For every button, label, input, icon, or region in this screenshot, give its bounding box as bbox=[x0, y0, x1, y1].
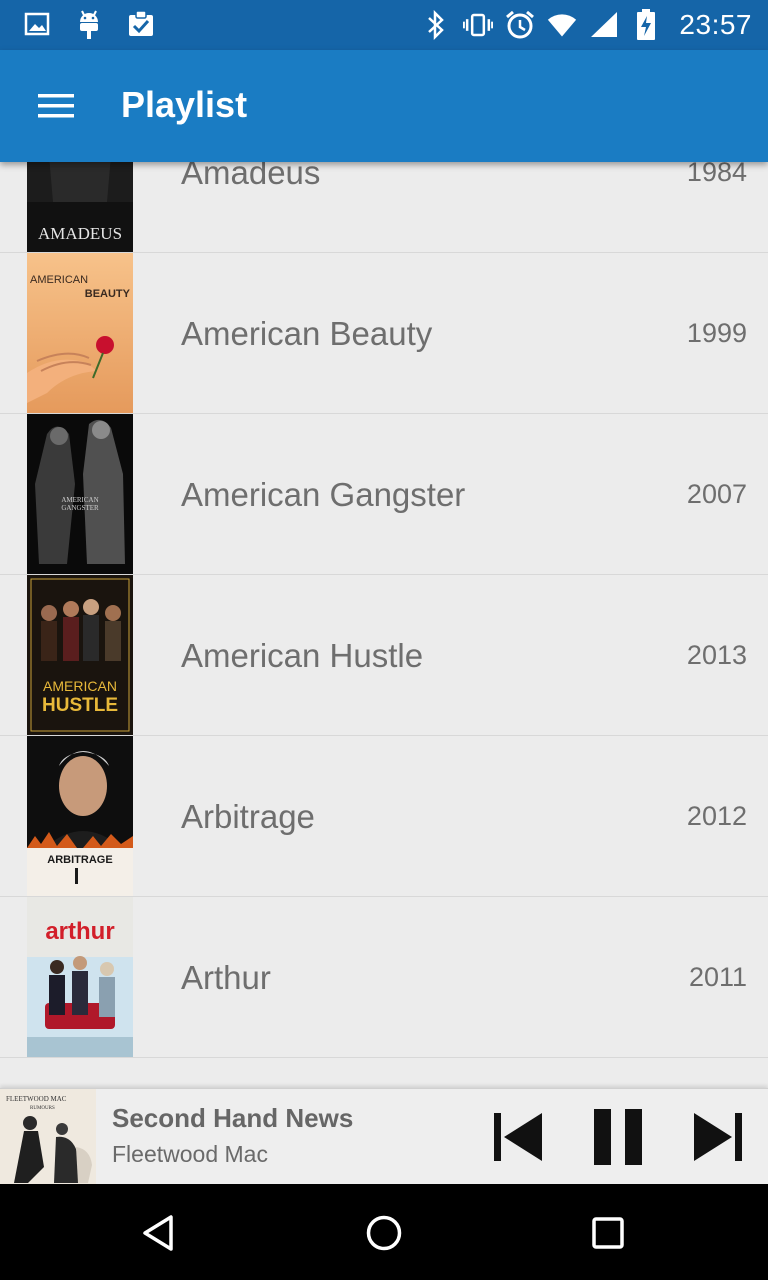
movie-year: 1984 bbox=[686, 162, 747, 187]
movie-title: American Hustle bbox=[181, 637, 424, 674]
movie-title: Arthur bbox=[181, 959, 271, 996]
skip-previous-icon bbox=[494, 1113, 542, 1161]
status-clock: 23:57 bbox=[679, 9, 752, 40]
movie-year: 2011 bbox=[688, 962, 747, 992]
menu-button[interactable] bbox=[26, 82, 86, 130]
list-item[interactable]: ARBITRAGE Arbitrage 2012 bbox=[0, 736, 768, 897]
app-bar: Playlist bbox=[0, 50, 768, 162]
android-icon bbox=[74, 8, 104, 40]
image-icon bbox=[22, 8, 52, 40]
status-bar: 23:57 bbox=[0, 0, 768, 50]
skip-next-button[interactable] bbox=[688, 1107, 748, 1167]
movie-year: 1999 bbox=[686, 318, 747, 348]
list-item[interactable]: AMADEUS Amadeus 1984 bbox=[0, 162, 768, 253]
list-item[interactable]: arthur Arthur 2011 bbox=[0, 897, 768, 1058]
back-icon bbox=[143, 1215, 173, 1251]
list-item[interactable]: AMERICAN GANGSTER American Gangster 2007 bbox=[0, 414, 768, 575]
svg-text:FLEETWOOD MAC: FLEETWOOD MAC bbox=[6, 1095, 67, 1103]
svg-text:AMERICAN: AMERICAN bbox=[61, 496, 98, 504]
movie-title: Arbitrage bbox=[181, 798, 315, 835]
now-playing-bar[interactable]: FLEETWOOD MAC RUMOURS Second Hand News F… bbox=[0, 1088, 768, 1185]
poster-amadeus: AMADEUS bbox=[27, 162, 133, 252]
svg-text:GANGSTER: GANGSTER bbox=[61, 504, 99, 512]
poster-arthur: arthur bbox=[27, 897, 133, 1057]
movie-year: 2012 bbox=[686, 801, 747, 831]
svg-text:AMERICAN: AMERICAN bbox=[43, 678, 117, 694]
menu-icon bbox=[38, 94, 74, 118]
recents-button[interactable] bbox=[583, 1208, 633, 1258]
clipboard-check-icon bbox=[126, 8, 156, 40]
svg-text:HUSTLE: HUSTLE bbox=[42, 695, 118, 716]
movie-title: American Beauty bbox=[181, 315, 433, 352]
home-button[interactable] bbox=[359, 1208, 409, 1258]
navigation-bar bbox=[0, 1184, 768, 1280]
svg-text:arthur: arthur bbox=[45, 918, 114, 945]
movie-year: 2013 bbox=[686, 640, 747, 670]
movie-title: Amadeus bbox=[181, 162, 321, 191]
poster-american-gangster: AMERICAN GANGSTER bbox=[27, 414, 133, 574]
poster-american-beauty: AMERICAN BEAUTY bbox=[27, 253, 133, 413]
pause-button[interactable] bbox=[588, 1107, 648, 1167]
now-playing-artist: Fleetwood Mac bbox=[112, 1141, 268, 1167]
vibrate-icon bbox=[463, 9, 494, 41]
album-art[interactable]: FLEETWOOD MAC RUMOURS bbox=[0, 1089, 96, 1185]
skip-previous-button[interactable] bbox=[488, 1107, 548, 1167]
svg-text:RUMOURS: RUMOURS bbox=[30, 1106, 55, 1111]
home-icon bbox=[366, 1215, 402, 1251]
wifi-icon bbox=[547, 9, 577, 41]
now-playing-track: Second Hand News bbox=[112, 1103, 354, 1133]
bluetooth-icon bbox=[421, 9, 451, 41]
svg-text:AMADEUS: AMADEUS bbox=[38, 224, 122, 243]
cell-signal-icon bbox=[589, 9, 619, 41]
poster-arbitrage: ARBITRAGE bbox=[27, 736, 133, 896]
movie-title: American Gangster bbox=[181, 476, 466, 513]
playlist[interactable]: AMADEUS Amadeus 1984 AMERICAN BEAUTY Ame… bbox=[0, 162, 768, 1088]
list-item[interactable]: AMERICAN HUSTLE American Hustle 2013 bbox=[0, 575, 768, 736]
skip-next-icon bbox=[694, 1113, 742, 1161]
svg-text:AMERICAN: AMERICAN bbox=[30, 274, 88, 286]
battery-charging-icon bbox=[631, 9, 661, 41]
alarm-icon bbox=[505, 9, 535, 41]
back-button[interactable] bbox=[134, 1208, 184, 1258]
svg-text:BEAUTY: BEAUTY bbox=[85, 288, 131, 300]
page-title: Playlist bbox=[121, 84, 248, 125]
poster-american-hustle: AMERICAN HUSTLE bbox=[27, 575, 133, 735]
pause-icon bbox=[594, 1109, 642, 1165]
recents-icon bbox=[592, 1217, 624, 1249]
movie-year: 2007 bbox=[686, 479, 747, 509]
svg-text:ARBITRAGE: ARBITRAGE bbox=[47, 854, 112, 866]
list-item[interactable]: AMERICAN BEAUTY American Beauty 1999 bbox=[0, 253, 768, 414]
